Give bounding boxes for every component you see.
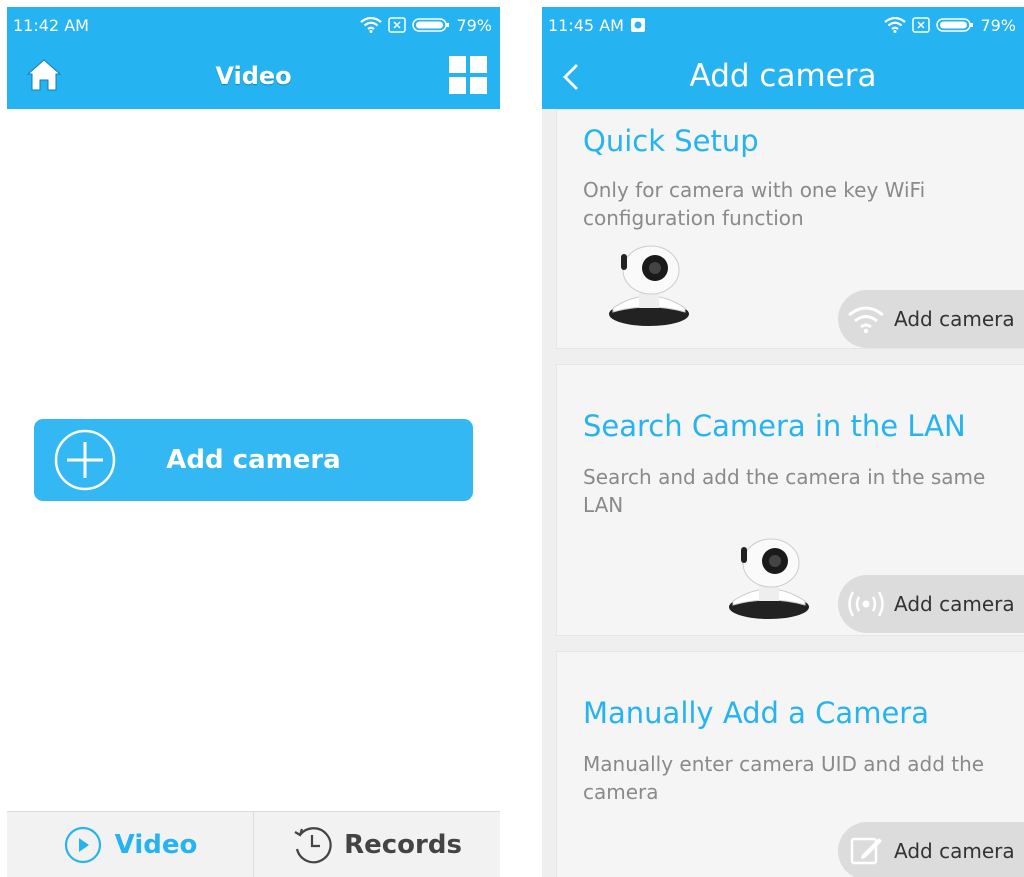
search-lan-add-camera-button[interactable]: Add camera [838, 575, 1024, 633]
tab-records[interactable]: Records [254, 812, 500, 877]
card-title: Search Camera in the LAN [583, 409, 966, 443]
status-time: 11:42 AM [13, 15, 89, 35]
card-title: Manually Add a Camera [583, 696, 929, 730]
bottom-tab-bar: Video Records [7, 811, 500, 877]
back-button[interactable] [562, 63, 580, 95]
battery-percent: 79% [980, 15, 1016, 35]
quick-setup-add-camera-button[interactable]: Add camera [838, 290, 1024, 348]
battery-icon [936, 18, 974, 32]
wifi-signal-icon [360, 17, 383, 33]
battery-percent: 79% [456, 15, 492, 35]
edit-icon [850, 837, 882, 865]
card-description: Only for camera with one key WiFi config… [583, 178, 926, 230]
notification-image-icon [630, 18, 645, 32]
ip-camera-image [609, 245, 689, 326]
grid-icon [449, 56, 487, 94]
status-time: 11:45 AM [548, 15, 624, 35]
chevron-left-icon [563, 64, 578, 90]
manual-add-camera-button[interactable]: Add camera [838, 822, 1024, 877]
button-label: Add camera [894, 839, 1015, 863]
no-sim-icon [912, 17, 931, 33]
button-label: Add camera [894, 592, 1015, 616]
card-quick-setup: Quick Setup Only for camera with one key… [556, 109, 1024, 349]
add-camera-label: Add camera [166, 445, 341, 475]
play-circle-icon [64, 826, 101, 863]
ip-camera-image [729, 538, 809, 619]
header-bar: Add camera [542, 43, 1024, 109]
status-bar: 11:45 AM 79% [542, 7, 1024, 43]
card-manual-add: Manually Add a Camera Manually enter cam… [556, 651, 1024, 877]
tab-video-label: Video [114, 829, 198, 860]
add-camera-button[interactable]: Add camera [34, 419, 473, 501]
page-title: Add camera [689, 58, 877, 94]
page-title: Video [215, 62, 292, 90]
card-description: Manually enter camera UID and add the ca… [583, 752, 985, 804]
button-label: Add camera [894, 307, 1015, 331]
card-search-lan: Search Camera in the LAN Search and add … [556, 364, 1024, 636]
home-icon [26, 59, 62, 91]
card-description: Search and add the camera in the same LA… [583, 465, 986, 517]
card-title: Quick Setup [583, 124, 759, 158]
tab-video[interactable]: Video [7, 812, 254, 877]
video-screen: 11:42 AM 79% Video Add camera Video Reco… [7, 7, 500, 877]
no-sim-icon [388, 17, 407, 33]
header-bar: Video [7, 43, 500, 109]
status-bar: 11:42 AM 79% [7, 7, 500, 43]
tab-records-label: Records [344, 829, 462, 860]
battery-icon [412, 18, 450, 32]
home-button[interactable] [25, 57, 63, 97]
broadcast-icon [848, 591, 884, 617]
wifi-icon [848, 306, 884, 334]
wifi-signal-icon [884, 17, 907, 33]
add-camera-screen: 11:45 AM 79% Add camera Quick Setup Only… [542, 7, 1024, 877]
grid-view-button[interactable] [448, 55, 488, 99]
history-clock-icon [294, 826, 332, 863]
